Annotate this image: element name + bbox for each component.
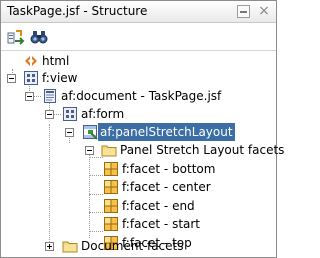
document-icon <box>42 88 58 104</box>
tree-node-af-form[interactable]: af:form <box>1 105 276 123</box>
facet-icon <box>103 216 119 232</box>
collapse-toggle[interactable] <box>7 74 16 83</box>
structure-tree: html f:view af:document - TaskPage.jsf a… <box>1 51 284 257</box>
component-icon <box>23 70 39 86</box>
tree-node-label: f:facet - center <box>122 180 211 194</box>
tree-node-label: Document facets <box>81 239 184 253</box>
tree-node-facet-end[interactable]: f:facet - end <box>1 197 276 215</box>
collapse-toggle[interactable] <box>45 110 54 119</box>
tree-node-document-facets[interactable]: Document facets <box>1 237 276 255</box>
tree-node-facet-bottom[interactable]: f:facet - bottom <box>1 160 276 178</box>
tree-node-label: af:document - TaskPage.jsf <box>61 89 222 103</box>
tree-node-label: af:panelStretchLayout <box>98 123 235 141</box>
find-binoculars-icon[interactable] <box>29 27 49 47</box>
folder-icon <box>62 238 78 254</box>
panel-layout-icon <box>82 124 98 140</box>
window-title: TaskPage.jsf - Structure <box>7 4 148 18</box>
expand-toggle[interactable] <box>45 242 54 251</box>
collapse-toggle[interactable] <box>85 146 94 155</box>
tree-node-f-view[interactable]: f:view <box>1 69 276 87</box>
facet-icon <box>103 198 119 214</box>
tree-node-panel-stretch-layout-facets[interactable]: Panel Stretch Layout facets <box>1 141 284 159</box>
tree-node-facet-start[interactable]: f:facet - start <box>1 215 276 233</box>
folder-icon <box>101 142 117 158</box>
component-icon <box>62 106 78 122</box>
tree-node-af-panelstretchlayout[interactable]: af:panelStretchLayout <box>1 123 276 141</box>
tree-node-label: html <box>42 54 70 68</box>
tree-node-label: f:facet - bottom <box>122 162 216 176</box>
tree-node-label: f:view <box>42 71 78 85</box>
tree-node-label: af:form <box>81 107 125 121</box>
toolbar <box>1 24 276 50</box>
html-tag-icon <box>23 53 39 69</box>
facet-icon <box>103 161 119 177</box>
collapse-toggle[interactable] <box>25 92 34 101</box>
structure-window: TaskPage.jsf - Structure × html f:view a… <box>0 0 284 258</box>
close-button[interactable]: × <box>257 3 271 19</box>
title-bar: TaskPage.jsf - Structure × <box>1 1 276 23</box>
facet-icon <box>103 179 119 195</box>
freeze-view-icon[interactable] <box>6 27 26 47</box>
tree-node-facet-center[interactable]: f:facet - center <box>1 178 276 196</box>
minimize-button[interactable] <box>237 5 250 18</box>
tree-node-label: f:facet - end <box>122 199 195 213</box>
tree-node-label: Panel Stretch Layout facets <box>120 143 285 157</box>
tree-node-html[interactable]: html <box>1 52 276 70</box>
tree-node-label: f:facet - start <box>122 217 201 231</box>
tree-node-af-document[interactable]: af:document - TaskPage.jsf <box>1 87 276 105</box>
collapse-toggle[interactable] <box>65 128 74 137</box>
